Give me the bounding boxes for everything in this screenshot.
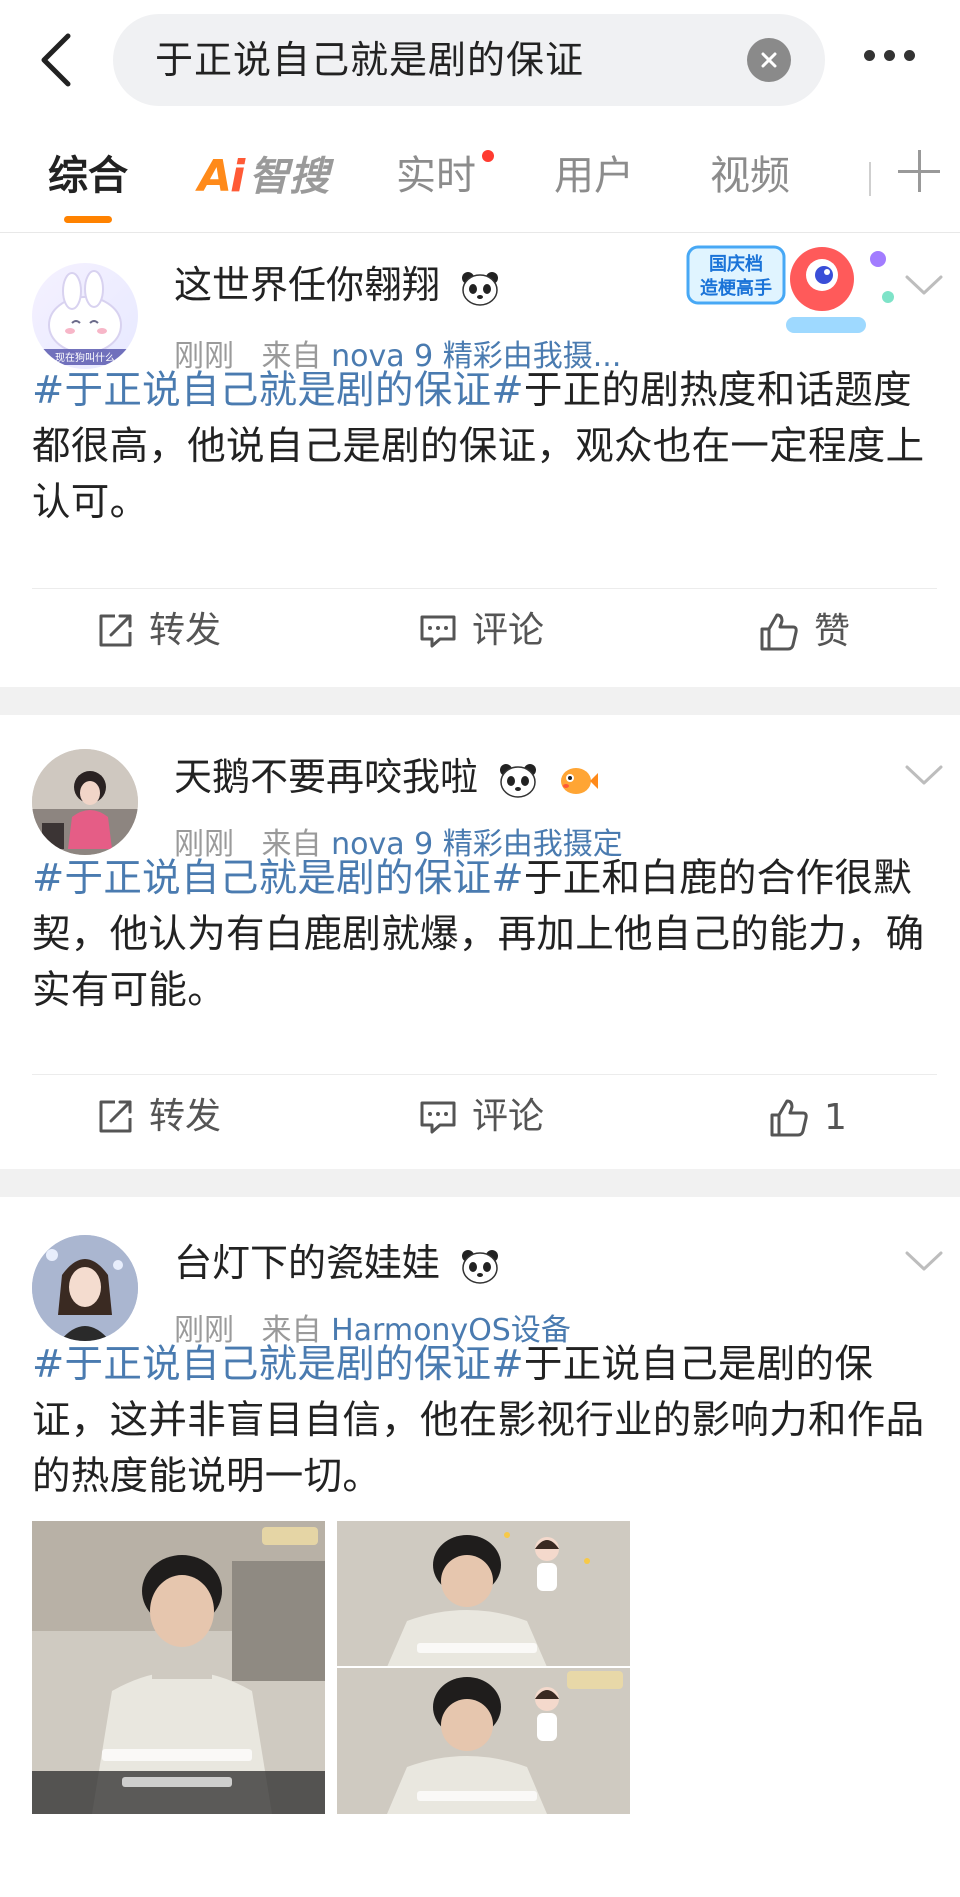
post-card[interactable]: 现在狗叫什么 这世界任你翱翔 刚刚 来自 nova 9 精彩由我摄... 国庆档…	[0, 233, 960, 687]
repost-button[interactable]: 转发	[95, 1097, 221, 1137]
chevron-down-icon[interactable]	[904, 273, 944, 297]
post-text: #于正说自己就是剧的保证#于正和白鹿的合作很默契，他认为有白鹿剧就爆，再加上他自…	[32, 856, 925, 1013]
comment-button[interactable]: 评论	[418, 611, 544, 651]
post-image[interactable]	[337, 1521, 630, 1814]
avatar-image	[32, 1235, 138, 1341]
like-count: 1	[824, 1097, 847, 1138]
video-still-image	[337, 1521, 630, 1814]
avatar[interactable]: 现在狗叫什么	[32, 263, 138, 369]
search-query-text[interactable]: 于正说自己就是剧的保证	[155, 40, 584, 80]
post-card[interactable]: 天鹅不要再咬我啦 刚刚 来自 nova 9 精彩由我摄定 #于正说自己就是剧的保…	[0, 715, 960, 1169]
svg-text:国庆档: 国庆档	[709, 253, 763, 275]
close-icon	[761, 52, 777, 68]
thumbs-up-icon	[770, 1099, 808, 1137]
panda-icon	[500, 763, 537, 798]
thumbs-up-icon	[760, 613, 798, 651]
avatar-image: 现在狗叫什么	[42, 270, 128, 365]
search-tabs: 综合 Ai 智搜 实时 用户 视频	[0, 122, 960, 233]
top-bar: 于正说自己就是剧的保证	[0, 0, 960, 122]
action-divider	[32, 1074, 937, 1075]
ai-logo-icon: Ai	[198, 151, 245, 202]
tab-comprehensive[interactable]: 综合	[48, 152, 128, 200]
post-card[interactable]: 台灯下的瓷娃娃 刚刚 来自 HarmonyOS设备 #于正说自己就是剧的保证#于…	[0, 1197, 960, 1897]
active-tab-indicator	[64, 216, 112, 223]
hashtag-link[interactable]: #于正说自己就是剧的保证#	[32, 1342, 524, 1387]
comment-icon	[420, 615, 456, 648]
avatar[interactable]	[32, 1235, 138, 1341]
tab-divider	[869, 162, 871, 196]
hashtag-link[interactable]: #于正说自己就是剧的保证#	[32, 368, 524, 413]
post-separator	[0, 687, 960, 715]
repost-icon	[99, 1100, 132, 1133]
mascot-badge-icon: 国庆档 造梗高手	[686, 245, 894, 333]
panda-icon	[462, 271, 499, 306]
post-image[interactable]	[32, 1521, 325, 1814]
notification-dot	[482, 150, 494, 162]
hashtag-link[interactable]: #于正说自己就是剧的保证#	[32, 856, 524, 901]
tab-realtime[interactable]: 实时	[396, 152, 476, 200]
post-username[interactable]: 这世界任你翱翔	[174, 263, 500, 307]
panda-icon	[462, 1249, 499, 1284]
clear-search-button[interactable]	[747, 38, 791, 82]
like-button[interactable]: 1	[768, 1097, 847, 1139]
comment-button[interactable]: 评论	[418, 1097, 544, 1137]
search-input[interactable]: 于正说自己就是剧的保证	[113, 14, 825, 106]
svg-text:造梗高手: 造梗高手	[700, 277, 772, 299]
repost-button[interactable]: 转发	[95, 611, 221, 651]
action-divider	[32, 588, 937, 589]
post-separator	[0, 1169, 960, 1197]
avatar-image	[32, 749, 138, 855]
national-day-badge[interactable]: 国庆档 造梗高手	[682, 239, 902, 359]
chevron-down-icon[interactable]	[904, 763, 944, 787]
pufferfish-icon	[561, 767, 599, 794]
post-text: #于正说自己就是剧的保证#于正说自己是剧的保证，这并非盲目自信，他在影视行业的影…	[32, 1342, 925, 1499]
like-button[interactable]: 赞	[758, 611, 850, 653]
chevron-down-icon[interactable]	[904, 1249, 944, 1273]
comment-icon	[420, 1101, 456, 1134]
repost-icon	[99, 614, 132, 647]
avatar[interactable]	[32, 749, 138, 855]
more-options-button[interactable]	[864, 50, 915, 61]
back-button[interactable]	[30, 28, 80, 92]
post-username[interactable]: 天鹅不要再咬我啦	[174, 755, 599, 799]
post-username[interactable]: 台灯下的瓷娃娃	[174, 1241, 500, 1285]
more-dots-icon	[864, 50, 875, 61]
tab-ai-search[interactable]: Ai 智搜	[198, 151, 330, 202]
video-still-image	[32, 1521, 325, 1814]
add-tab-button[interactable]	[898, 150, 940, 192]
tab-ai-search-label: 智搜	[249, 154, 330, 200]
tab-users[interactable]: 用户	[554, 152, 634, 200]
tab-video[interactable]: 视频	[710, 152, 790, 200]
post-text: #于正说自己就是剧的保证#于正的剧热度和话题度都很高，他说自己是剧的保证，观众也…	[32, 368, 925, 525]
back-arrow-icon	[41, 33, 71, 87]
